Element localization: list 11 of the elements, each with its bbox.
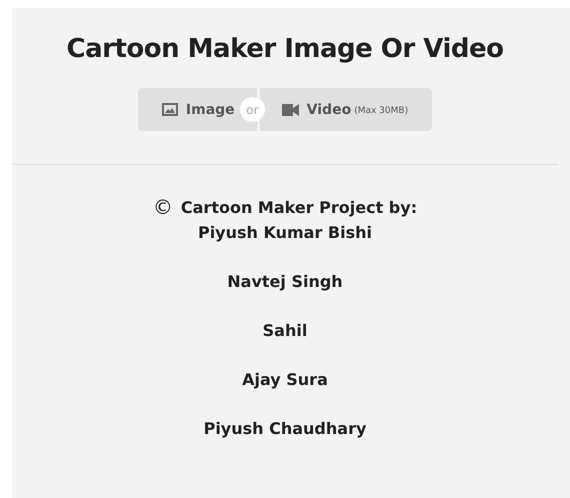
video-button[interactable]: Video (Max 30MB) (260, 88, 432, 131)
video-camera-icon (282, 104, 299, 116)
page-title: Cartoon Maker Image Or Video (66, 34, 504, 64)
image-icon (162, 103, 178, 116)
author-name: Navtej Singh (227, 272, 343, 291)
copyright-symbol: © (152, 195, 173, 219)
credits-heading: Cartoon Maker Project by: (180, 198, 418, 216)
author-name: Piyush Chaudhary (204, 419, 366, 438)
author-name: Piyush Kumar Bishi (198, 223, 372, 242)
author-name: Sahil (262, 321, 308, 340)
author-name: Ajay Sura (242, 370, 328, 389)
